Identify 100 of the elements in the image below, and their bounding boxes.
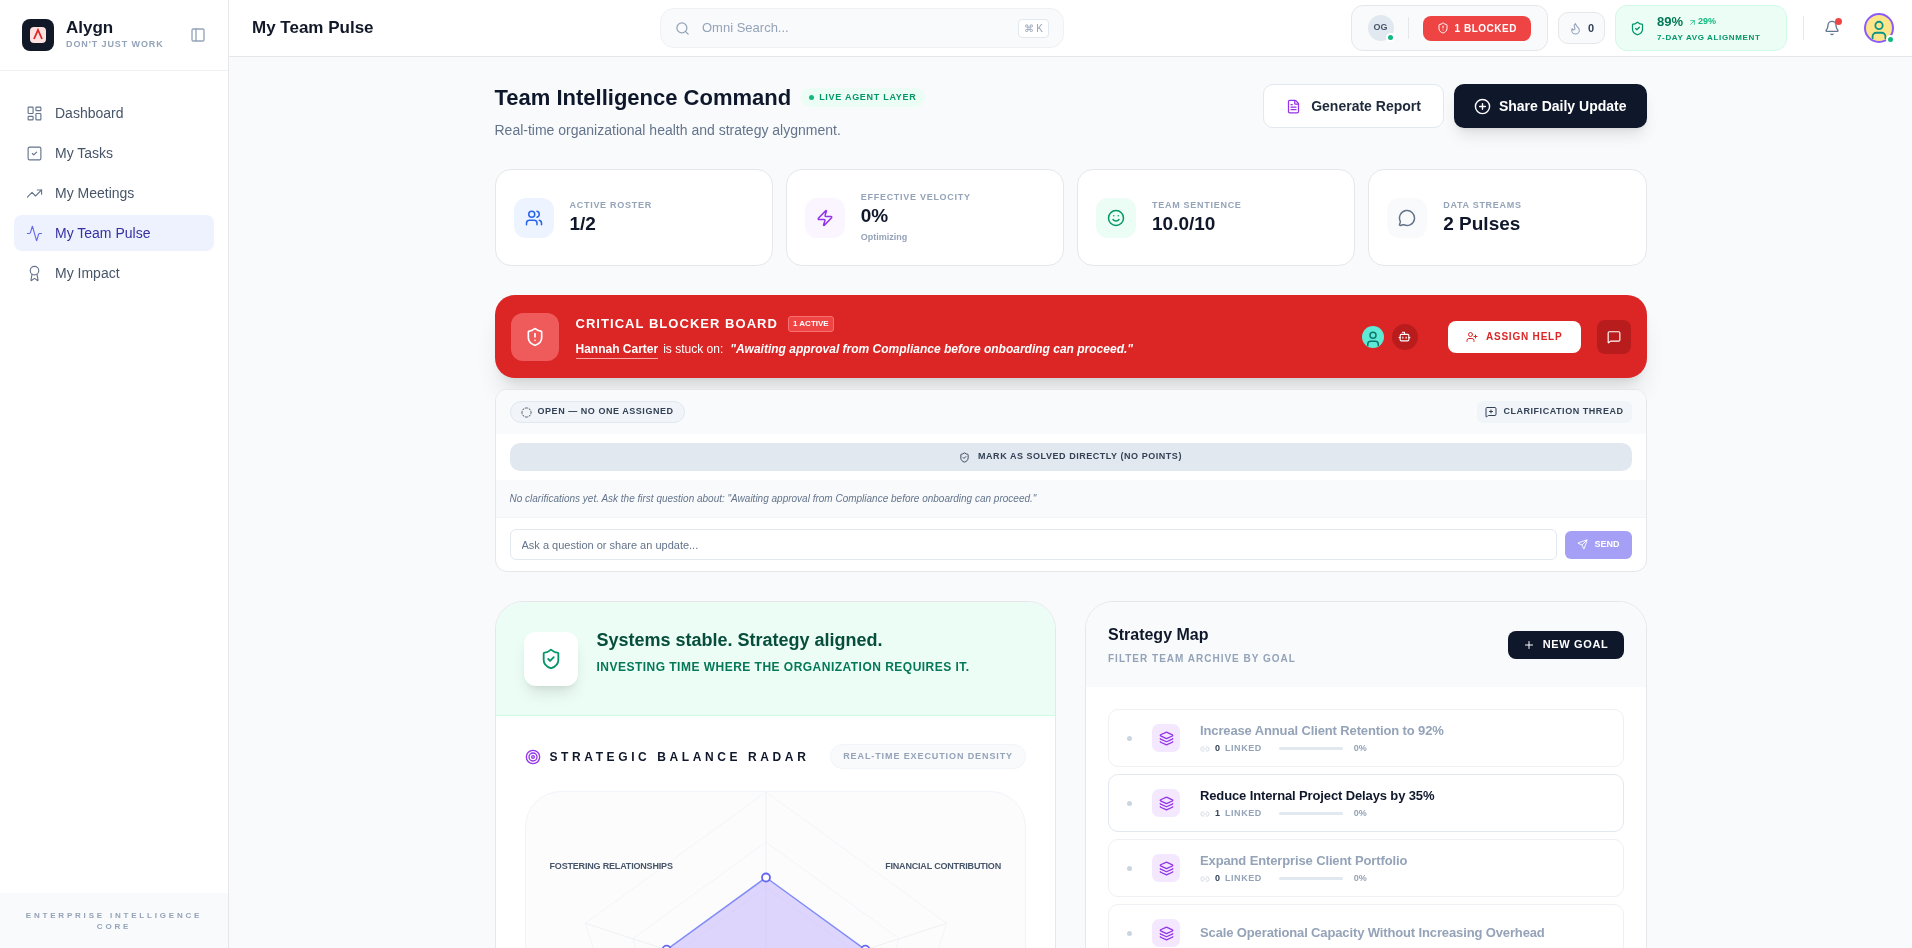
linked-count: 0 — [1215, 872, 1220, 885]
sidebar-footer-text: ENTERPRISE INTELLIGENCE CORE — [24, 909, 204, 932]
shield-check-icon — [959, 451, 971, 463]
progress-percent: 0% — [1353, 872, 1367, 885]
radar-badge: REAL-TIME EXECUTION DENSITY — [830, 744, 1026, 769]
assign-help-button[interactable]: ASSIGN HELP — [1447, 320, 1581, 353]
sidebar-item[interactable]: My Impact — [14, 255, 214, 291]
blocked-badge[interactable]: 1 BLOCKED — [1422, 15, 1531, 41]
shortcut-hint: ⌘ K — [1017, 18, 1049, 38]
pulse-icon — [26, 224, 43, 242]
search-input[interactable]: Omni Search... — [702, 18, 1006, 38]
blocker-quote: "Awaiting approval from Compliance before onboarding can proceed." — [730, 341, 1133, 359]
plus-icon — [1522, 638, 1535, 651]
status-pill: OPEN — NO ONE ASSIGNED — [509, 401, 685, 423]
goal-row[interactable]: Increase Annual Client Retention to 92% 0 LINKED 0% — [1108, 709, 1624, 767]
stat-value: 0% — [860, 204, 890, 228]
message-button[interactable] — [1596, 319, 1631, 354]
send-icon — [1577, 539, 1589, 550]
bot-icon — [1391, 323, 1418, 350]
alignment-value: 89% — [1657, 13, 1684, 32]
app-tagline: DON'T JUST WORK — [66, 38, 164, 52]
user-avatar[interactable] — [1864, 13, 1894, 43]
layers-icon — [1152, 919, 1180, 947]
shield-check-icon — [523, 631, 578, 686]
new-goal-button[interactable]: NEW GOAL — [1507, 630, 1624, 659]
stat-label: TEAM SENTIENCE — [1152, 198, 1242, 212]
up-arrow-icon — [1688, 17, 1698, 27]
health-subtitle: INVESTING TIME WHERE THE ORGANIZATION REQUIRES IT. — [596, 659, 970, 676]
plus-circle-icon — [1473, 97, 1491, 115]
share-update-button[interactable]: Share Daily Update — [1453, 84, 1647, 128]
target-icon — [524, 748, 541, 765]
sidebar-toggle-icon[interactable] — [190, 27, 206, 43]
linked-count: 1 — [1215, 807, 1220, 820]
chat-icon — [1387, 197, 1428, 238]
strategy-subtitle: FILTER TEAM ARCHIVE BY GOAL — [1108, 652, 1296, 666]
alignment-delta: 29% — [1698, 15, 1717, 29]
goal-row[interactable]: Expand Enterprise Client Portfolio 0 LINKED 0% — [1108, 839, 1624, 897]
search-icon — [675, 20, 690, 36]
sidebar-item[interactable]: My Tasks — [14, 135, 214, 171]
blocker-title: CRITICAL BLOCKER BOARD — [575, 315, 778, 334]
mark-solved-button[interactable]: MARK AS SOLVED DIRECTLY (NO POINTS) — [509, 443, 1632, 471]
live-badge: LIVE AGENT LAYER — [801, 87, 925, 108]
stat-value: 10.0/10 — [1152, 212, 1217, 237]
checkbox-icon — [26, 144, 43, 162]
streak-counter[interactable]: 0 — [1557, 12, 1605, 44]
stat-note: Optimizing — [860, 231, 909, 244]
goal-title: Expand Enterprise Client Portfolio — [1200, 851, 1408, 870]
smile-icon — [1096, 197, 1136, 238]
health-title: Systems stable. Strategy aligned. — [596, 629, 884, 652]
goal-title: Reduce Internal Project Delays by 35% — [1200, 786, 1435, 805]
radar-axis-label: FOSTERING RELATIONSHIPS — [549, 860, 673, 873]
user-initials[interactable]: OG — [1367, 15, 1394, 41]
generate-report-button[interactable]: Generate Report — [1263, 84, 1444, 128]
flame-icon — [1568, 21, 1582, 35]
thread-label: CLARIFICATION THREAD — [1477, 401, 1632, 423]
sidebar-item[interactable]: Dashboard — [14, 95, 214, 131]
message-icon — [1606, 329, 1621, 344]
message-plus-icon — [1485, 406, 1498, 418]
sidebar-item[interactable]: My Meetings — [14, 175, 214, 211]
active-badge: 1 ACTIVE — [787, 316, 834, 332]
page-title: My Team Pulse — [252, 18, 374, 38]
layers-icon — [1152, 789, 1180, 817]
linked-count: 0 — [1215, 742, 1220, 755]
layers-icon — [1152, 854, 1180, 882]
goal-row[interactable]: Reduce Internal Project Delays by 35% 1 LINKED 0% — [1108, 774, 1624, 832]
stat-label: DATA STREAMS — [1443, 198, 1522, 212]
alignment-label: 7-DAY AVG ALIGNMENT — [1657, 31, 1761, 44]
link-icon — [1200, 808, 1210, 819]
stat-label: ACTIVE ROSTER — [569, 198, 652, 212]
alert-icon — [1436, 22, 1449, 34]
document-icon — [1286, 98, 1302, 114]
dashboard-icon — [26, 104, 43, 122]
message-input[interactable]: Ask a question or share an update... — [509, 529, 1558, 560]
section-title: Team Intelligence Command — [494, 84, 792, 112]
avatar-icon — [1361, 325, 1384, 348]
goal-title: Scale Operational Capacity Without Increasing Overhead — [1200, 924, 1545, 943]
linked-label: LINKED — [1225, 872, 1262, 885]
stat-value: 2 Pulses — [1443, 212, 1522, 237]
users-icon — [513, 197, 554, 238]
progress-percent: 0% — [1353, 807, 1367, 820]
strategy-title: Strategy Map — [1108, 625, 1210, 645]
user-plus-icon — [1465, 330, 1478, 343]
linked-label: LINKED — [1225, 742, 1262, 755]
link-icon — [1200, 873, 1210, 884]
radar-axis-label: FINANCIAL CONTRIBUTION — [885, 860, 1001, 873]
sidebar-item[interactable]: My Team Pulse — [14, 215, 214, 251]
linked-label: LINKED — [1225, 807, 1262, 820]
stuck-label: is stuck on: — [663, 341, 724, 359]
app-name: Alygn — [66, 18, 115, 39]
radar-title: STRATEGIC BALANCE RADAR — [549, 748, 810, 766]
dashed-circle-icon — [520, 406, 532, 418]
stat-label: EFFECTIVE VELOCITY — [860, 190, 971, 204]
layers-icon — [1152, 724, 1180, 752]
person-name[interactable]: Hannah Carter — [575, 339, 659, 359]
notifications-icon[interactable] — [1824, 20, 1840, 36]
stat-value: 1/2 — [569, 212, 597, 237]
section-subtitle: Real-time organizational health and strategy alygnment. — [494, 121, 842, 140]
lightning-icon — [804, 197, 845, 238]
goal-title: Increase Annual Client Retention to 92% — [1200, 721, 1444, 740]
app-logo — [22, 19, 54, 51]
